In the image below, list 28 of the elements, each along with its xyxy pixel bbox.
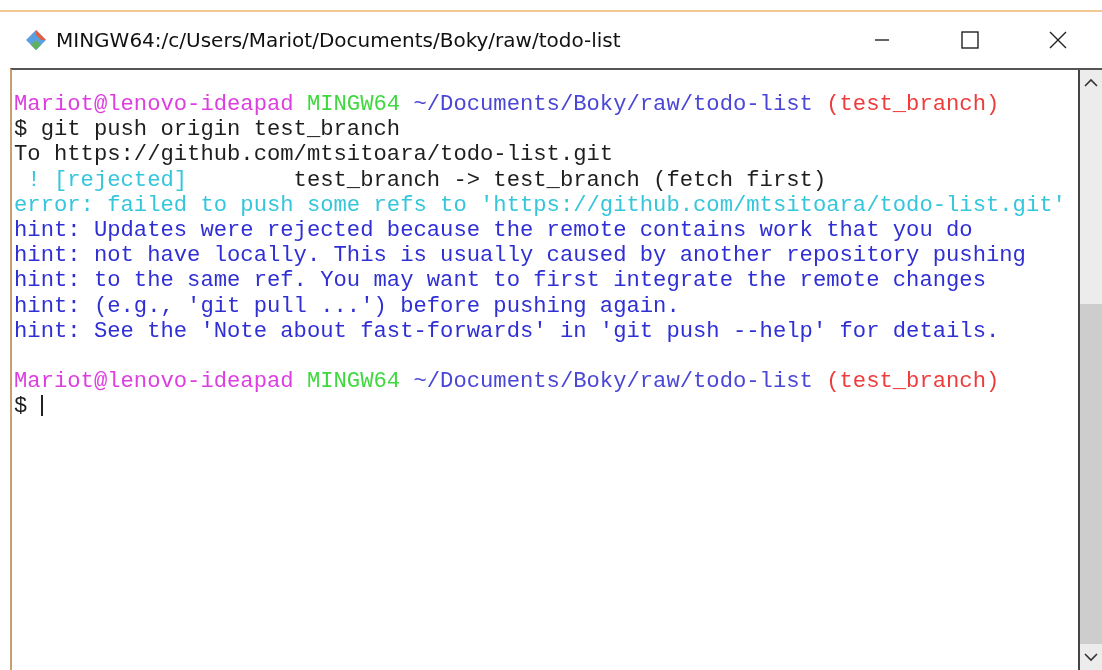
scrollbar[interactable]	[1080, 70, 1102, 670]
maximize-icon	[961, 31, 979, 49]
error-text: ! [rejected]	[26, 167, 188, 193]
scroll-up-icon[interactable]	[1084, 78, 1098, 88]
hint-text: hint: not have locally. This is usually caused by another repository pushing	[14, 243, 1026, 269]
diamond-icon	[24, 28, 48, 52]
output-text: $	[14, 394, 28, 420]
output-text: test_branch -> test_branch (fetch first)	[292, 167, 827, 193]
system-text: MINGW64	[306, 92, 401, 117]
path-text: ~/Documents/Boky/raw/todo-list	[413, 92, 813, 117]
branch-text: (test_branch)	[826, 369, 1000, 395]
hint-text: hint: Updates were rejected because the remote contains work that you do	[14, 217, 973, 243]
output-text: $ git push origin test_branch	[14, 117, 401, 143]
minimize-icon	[874, 39, 890, 41]
branch-text: (test_branch)	[826, 92, 1000, 117]
error-text: error: failed to push some refs to 'https://github.com/mtsitoara/todo-list.git'	[14, 192, 1066, 218]
system-text: MINGW64	[306, 369, 401, 395]
hint-text: hint: (e.g., 'git pull ...') before pushing again.	[14, 293, 680, 319]
user-host-text: Mariot@lenovo-ideapad	[14, 92, 294, 117]
scrollbar-thumb[interactable]	[1080, 304, 1102, 644]
user-host-text: Mariot@lenovo-ideapad	[14, 369, 294, 395]
hint-text: hint: See the 'Note about fast-forwards' in 'git push --help' for details.	[14, 318, 1000, 344]
path-text: ~/Documents/Boky/raw/todo-list	[413, 369, 813, 395]
window-title: MINGW64:/c/Users/Mariot/Documents/Boky/raw/todo-list	[56, 28, 621, 52]
scroll-down-icon[interactable]	[1084, 652, 1098, 662]
close-icon	[1049, 31, 1067, 49]
output-text: To https://github.com/mtsitoara/todo-list.git	[14, 142, 614, 168]
hint-text: hint: to the same ref. You may want to first integrate the remote changes	[14, 268, 986, 294]
